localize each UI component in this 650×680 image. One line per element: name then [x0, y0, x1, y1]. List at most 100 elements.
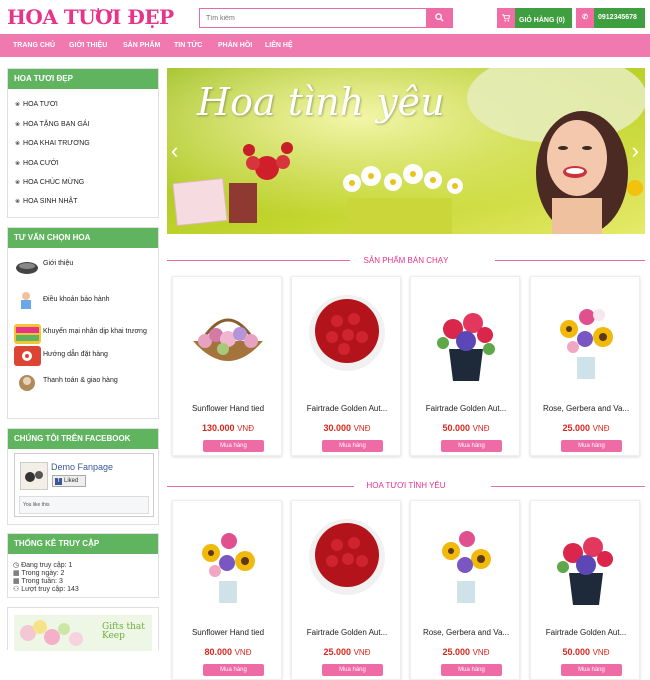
- product-card[interactable]: Fairtrade Golden Aut... 25.000 VNĐ Mua h…: [291, 500, 401, 680]
- product-card[interactable]: Fairtrade Golden Aut... 50.000 VNĐ Mua h…: [530, 500, 640, 680]
- hero-slider[interactable]: Hoa tình yêu ‹ ›: [167, 68, 645, 234]
- price-value: 30.000: [323, 423, 352, 433]
- facebook-widget: Demo Fanpage f Liked You like this: [14, 453, 154, 517]
- category-item[interactable]: ❀ HOA KHAI TRƯƠNG: [15, 140, 90, 147]
- product-name[interactable]: Rose, Gerbera and Va...: [411, 628, 521, 637]
- product-price: 25.000 VNĐ: [411, 647, 521, 657]
- slider-caption: Hoa tình yêu: [197, 80, 445, 124]
- price-currency: VNĐ: [592, 648, 610, 657]
- category-item[interactable]: ❀ HOA TƯƠI: [15, 101, 58, 108]
- advice-item[interactable]: Khuyến mại nhân dịp khai trương: [8, 324, 158, 348]
- price-value: 50.000: [562, 647, 591, 657]
- product-price: 50.000 VNĐ: [411, 423, 521, 433]
- category-item[interactable]: ❀ HOA SINH NHẬT: [15, 198, 77, 205]
- mouse-thumbnail: [14, 256, 41, 276]
- calendar-icon: ▦: [13, 570, 20, 577]
- promo-thumbnail: [14, 324, 41, 344]
- product-name[interactable]: Sunflower Hand tied: [173, 404, 283, 413]
- product-card[interactable]: Fairtrade Golden Aut... 50.000 VNĐ Mua h…: [410, 276, 520, 456]
- gift-banner[interactable]: Gifts that Keep: [14, 615, 152, 651]
- advice-item[interactable]: Hướng dẫn đặt hàng: [8, 346, 158, 370]
- stats-text: Đang truy cập: 1: [21, 562, 73, 569]
- section-title-bestsellers: SẢN PHẨM BÁN CHẠY: [363, 256, 449, 265]
- category-label: HOA SINH NHẬT: [23, 198, 78, 205]
- buy-button[interactable]: Mua hàng: [441, 664, 502, 676]
- site-logo[interactable]: HOA TƯƠI ĐẸP: [7, 5, 174, 29]
- category-item[interactable]: ❀ HOA CHÚC MỪNG: [15, 179, 84, 186]
- price-currency: VNĐ: [234, 648, 252, 657]
- gerbera-vase-image: [557, 537, 613, 605]
- gift-banner-text: Gifts that Keep: [102, 622, 145, 641]
- buy-button[interactable]: Mua hàng: [203, 440, 264, 452]
- search-box: [199, 8, 453, 28]
- calendar-icon: ▦: [13, 578, 20, 585]
- sunflower-bouquet-image: [202, 533, 255, 603]
- product-card[interactable]: Sunflower Hand tied 80.000 VNĐ Mua hàng: [172, 500, 282, 680]
- product-card[interactable]: Rose, Gerbera and Va... 25.000 VNĐ Mua h…: [410, 500, 520, 680]
- price-currency: VNĐ: [472, 424, 490, 433]
- buy-button[interactable]: Mua hàng: [441, 440, 502, 452]
- category-item[interactable]: ❀ HOA CƯỚI: [15, 160, 59, 167]
- product-name[interactable]: Sunflower Hand tied: [173, 628, 283, 637]
- price-value: 130.000: [202, 423, 235, 433]
- nav-item-home[interactable]: TRANG CHỦ: [13, 34, 55, 57]
- product-card[interactable]: Sunflower Hand tied 130.000 VNĐ Mua hàng: [172, 276, 282, 456]
- stats-text: Lượt truy cập: 143: [21, 586, 79, 593]
- advice-item[interactable]: Giới thiệu: [8, 256, 158, 280]
- liked-button[interactable]: f Liked: [52, 475, 86, 487]
- product-name[interactable]: Fairtrade Golden Aut...: [292, 404, 402, 413]
- product-card[interactable]: Fairtrade Golden Aut... 30.000 VNĐ Mua h…: [291, 276, 401, 456]
- category-label: HOA CƯỚI: [23, 160, 59, 167]
- buy-button[interactable]: Mua hàng: [561, 664, 622, 676]
- advice-item[interactable]: Điều khoản bảo hành: [8, 290, 158, 314]
- fanpage-avatar[interactable]: [20, 462, 48, 490]
- stats-title: THỐNG KÊ TRUY CẬP: [8, 534, 158, 554]
- slider-next-button[interactable]: ›: [632, 140, 639, 162]
- fanpage-name[interactable]: Demo Fanpage: [51, 462, 113, 472]
- product-price: 30.000 VNĐ: [292, 423, 402, 433]
- search-button[interactable]: [426, 9, 452, 27]
- nav-item-products[interactable]: SẢN PHẨM: [123, 34, 160, 57]
- stats-text: Trong tuần: 3: [21, 578, 63, 585]
- cart-icon: [497, 8, 515, 28]
- main-nav: TRANG CHỦ GIỚI THIỆU SẢN PHẨM TIN TỨC PH…: [0, 34, 650, 57]
- buy-button[interactable]: Mua hàng: [322, 440, 383, 452]
- buy-button[interactable]: Mua hàng: [561, 440, 622, 452]
- product-name[interactable]: Fairtrade Golden Aut...: [292, 628, 402, 637]
- slider-prev-button[interactable]: ‹: [171, 140, 178, 162]
- stats-week: ▦ Trong tuần: 3: [13, 577, 63, 585]
- product-price: 25.000 VNĐ: [531, 423, 641, 433]
- category-item[interactable]: ❀ HOA TẶNG BẠN GÁI: [15, 121, 89, 128]
- product-name[interactable]: Fairtrade Golden Aut...: [411, 404, 521, 413]
- nav-item-contact[interactable]: LIÊN HỆ: [265, 34, 293, 57]
- facebook-icon: f: [55, 478, 62, 485]
- categories-title: HOA TƯƠI ĐẸP: [8, 69, 158, 89]
- search-input[interactable]: [200, 9, 428, 27]
- site-header: HOA TƯƠI ĐẸP GIỎ HÀNG (0) ✆ 0912345678: [0, 0, 650, 34]
- nav-item-feedback[interactable]: PHẢN HỒI: [218, 34, 252, 57]
- cart-button[interactable]: GIỎ HÀNG (0): [497, 8, 572, 28]
- hotline-button[interactable]: ✆ 0912345678: [576, 8, 645, 28]
- nav-item-news[interactable]: TIN TỨC: [174, 34, 202, 57]
- advice-label: Thanh toán & giao hàng: [43, 377, 118, 384]
- advice-item[interactable]: Thanh toán & giao hàng: [8, 373, 158, 397]
- stats-total: ⚇ Lượt truy cập: 143: [13, 585, 79, 593]
- user-icon: ⚇: [13, 586, 20, 593]
- sunflower-bouquet-image: [560, 309, 613, 379]
- price-currency: VNĐ: [237, 424, 254, 433]
- flower-bullet-icon: ❀: [15, 141, 21, 147]
- category-label: HOA TẶNG BẠN GÁI: [23, 121, 90, 128]
- product-price: 50.000 VNĐ: [531, 647, 641, 657]
- product-card[interactable]: Rose, Gerbera and Va... 25.000 VNĐ Mua h…: [530, 276, 640, 456]
- facebook-title: CHÚNG TÔI TRÊN FACEBOOK: [8, 429, 158, 449]
- categories-box: HOA TƯƠI ĐẸP ❀ HOA TƯƠI ❀ HOA TẶNG BẠN GÁI…: [7, 68, 159, 218]
- category-label: HOA TƯƠI: [23, 101, 58, 108]
- product-name[interactable]: Rose, Gerbera and Va...: [531, 404, 641, 413]
- advice-title: TƯ VẤN CHỌN HOA: [8, 228, 158, 248]
- category-label: HOA CHÚC MỪNG: [23, 179, 85, 186]
- product-name[interactable]: Fairtrade Golden Aut...: [531, 628, 641, 637]
- nav-item-about[interactable]: GIỚI THIỆU: [69, 34, 107, 57]
- buy-button[interactable]: Mua hàng: [203, 664, 264, 676]
- flower-basket-image: [193, 318, 263, 361]
- buy-button[interactable]: Mua hàng: [322, 664, 383, 676]
